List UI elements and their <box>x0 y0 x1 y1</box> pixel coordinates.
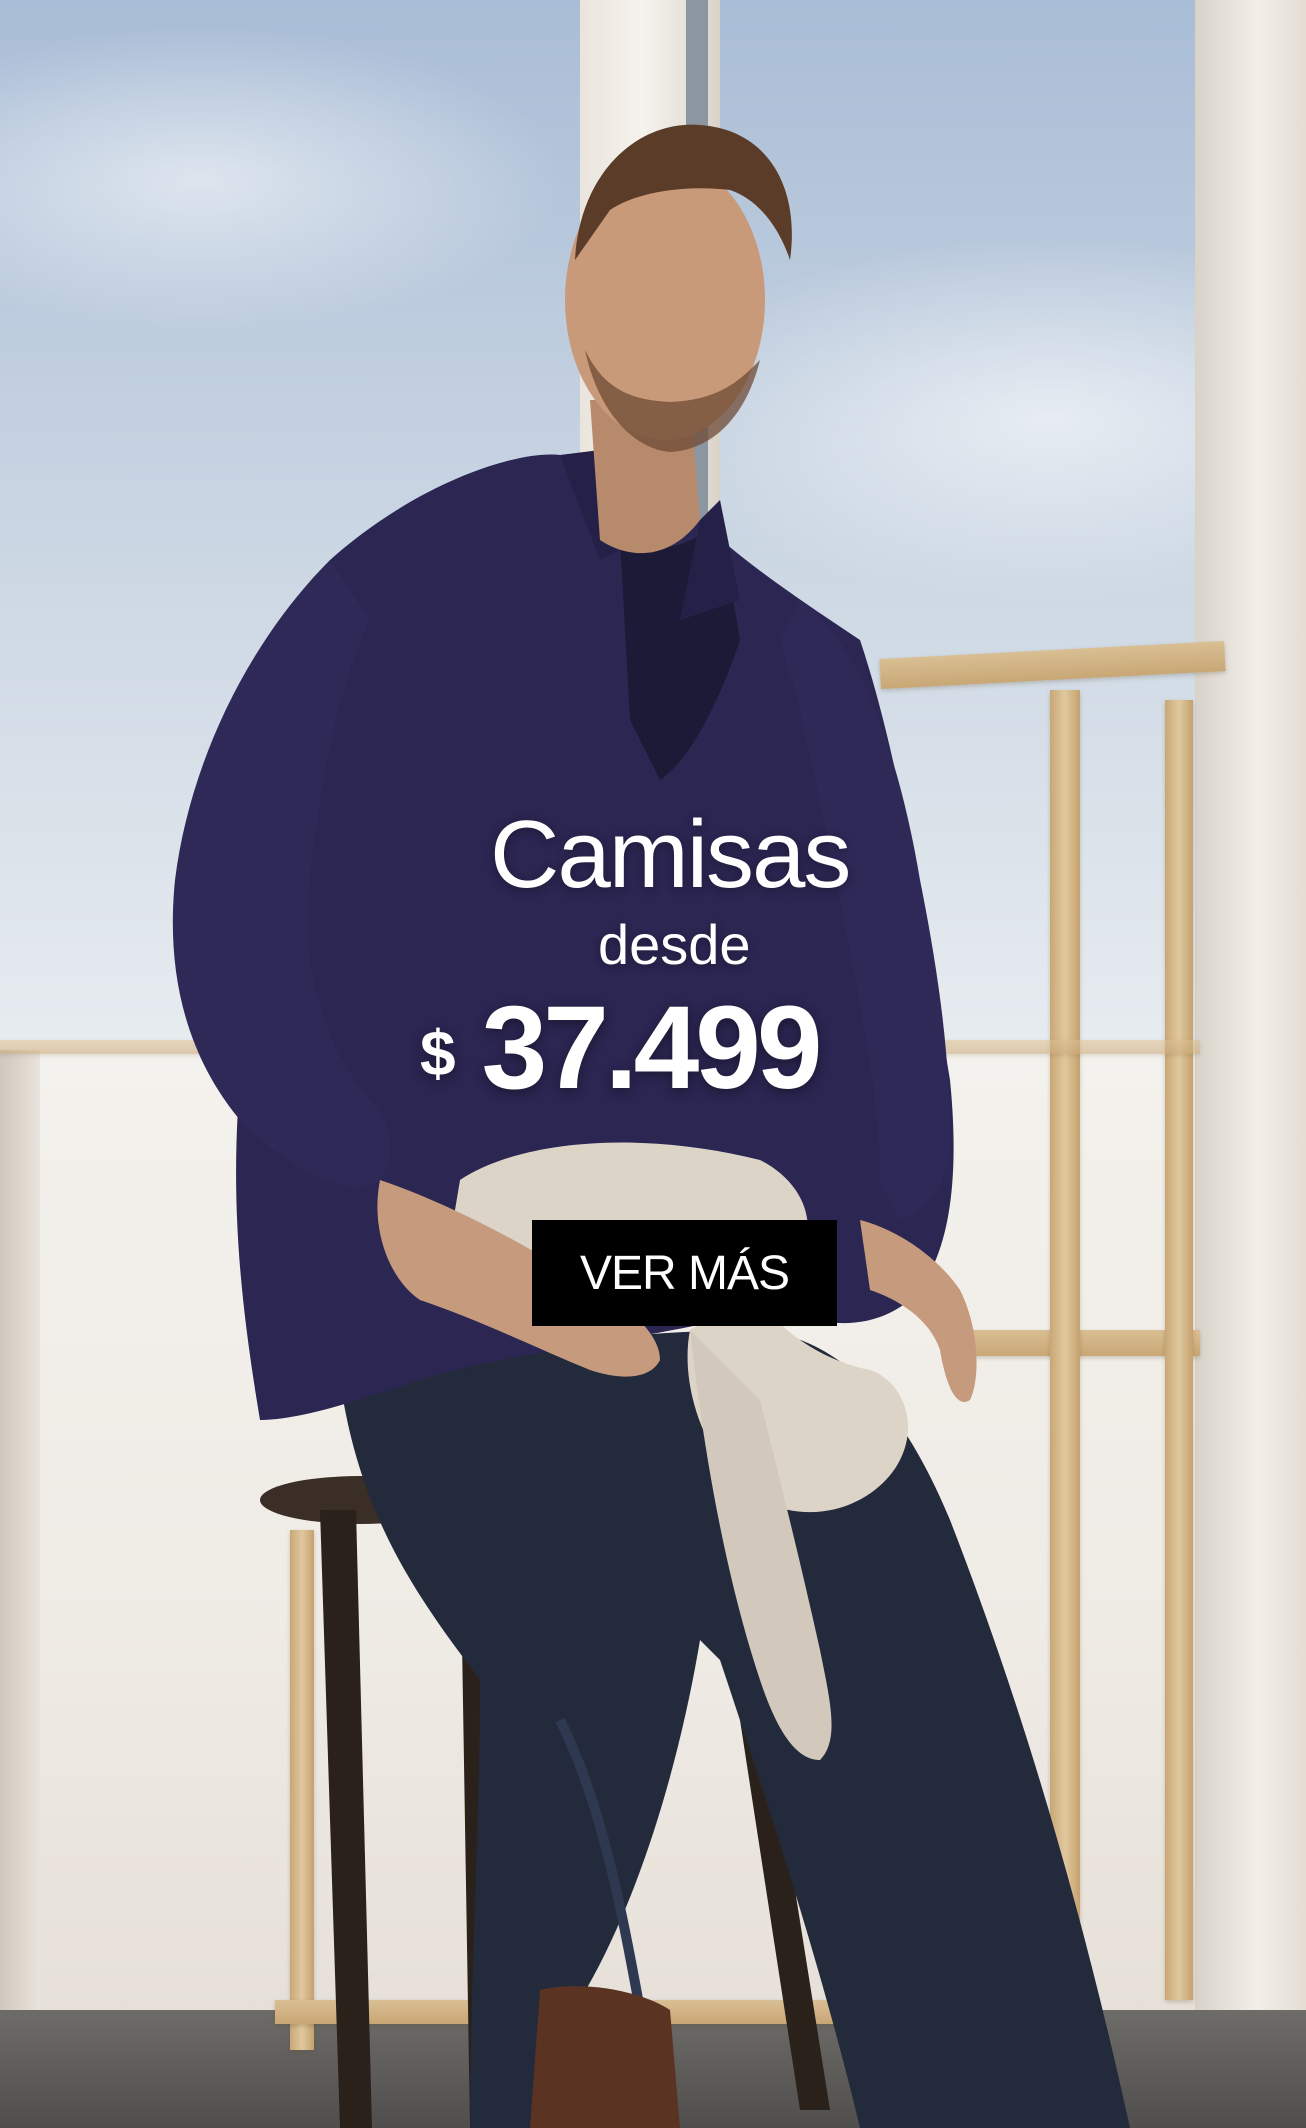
model-photo <box>172 124 1130 2128</box>
ver-mas-button[interactable]: VER MÁS <box>532 1220 837 1326</box>
hero-banner[interactable]: Camisas desde $ 37.499 VER MÁS <box>0 0 1306 2128</box>
